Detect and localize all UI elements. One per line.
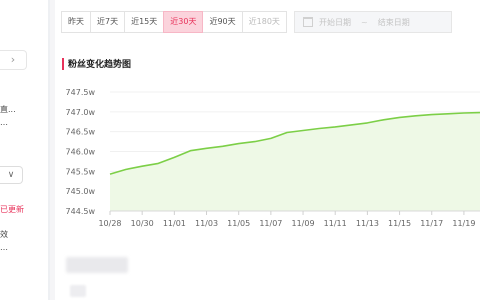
- y-tick-label: 747.0w: [66, 108, 96, 117]
- area-fill: [110, 112, 480, 211]
- x-tick-label: 11/07: [259, 219, 282, 228]
- tab-30-days[interactable]: 近30天: [163, 11, 204, 33]
- y-tick-label: 746.0w: [66, 148, 96, 157]
- y-tick-label: 745.0w: [66, 187, 96, 196]
- x-tick-label: 11/17: [420, 219, 443, 228]
- x-tick-label: 11/01: [163, 219, 186, 228]
- blurred-content: [66, 257, 128, 273]
- x-tick-label: 11/05: [227, 219, 250, 228]
- x-tick-label: 10/30: [131, 219, 154, 228]
- x-tick-label: 11/19: [452, 219, 475, 228]
- x-tick-label: 11/15: [388, 219, 411, 228]
- x-tick-label: 10/28: [98, 219, 121, 228]
- fans-trend-chart: 744.5w 745.0w 745.5w 746.0w 746.5w 747.0w 747.…: [66, 88, 480, 228]
- y-tick-label: 746.5w: [66, 128, 96, 137]
- x-tick-label: 11/11: [324, 219, 347, 228]
- y-tick-label: 745.5w: [66, 167, 96, 176]
- y-tick-label: 744.5w: [66, 207, 96, 216]
- x-tick-label: 11/09: [292, 219, 315, 228]
- blurred-content: [70, 285, 86, 297]
- y-tick-label: 747.5w: [66, 88, 96, 97]
- x-tick-label: 11/13: [356, 219, 379, 228]
- x-tick-label: 11/03: [195, 219, 218, 228]
